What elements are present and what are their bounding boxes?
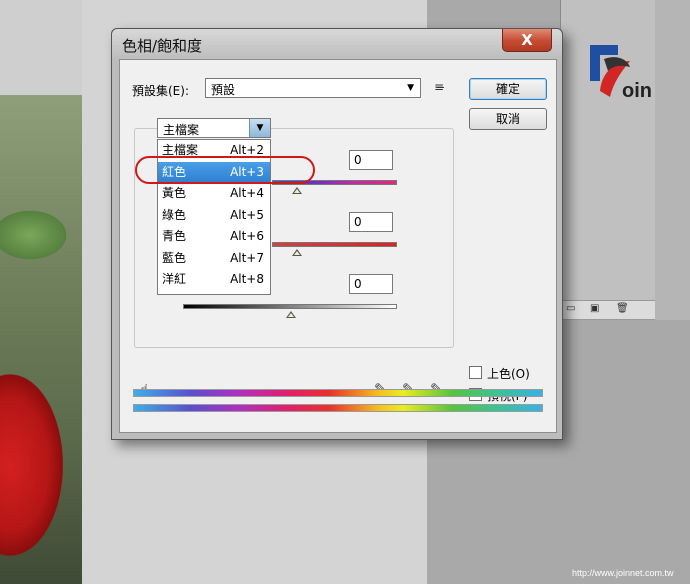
close-button[interactable]: X: [502, 29, 552, 52]
channel-option[interactable]: 黃色 Alt+4: [158, 183, 270, 205]
saturation-slider-thumb[interactable]: [292, 249, 302, 256]
dialog-title: 色相/飽和度: [122, 37, 203, 55]
lightness-slider-thumb[interactable]: [286, 311, 296, 318]
rose-photo: [0, 95, 82, 584]
lightness-input[interactable]: 0: [349, 274, 393, 294]
trash-icon[interactable]: 🗑: [616, 303, 629, 314]
colorize-checkbox[interactable]: [469, 366, 482, 379]
color-bar-bottom: [133, 404, 543, 412]
dialog-body: 預設集(E): 預設 ▼ ≡̶ 確定 取消 主檔案 ▼ 主檔案 Alt+2 紅色 A…: [119, 59, 557, 433]
dialog-titlebar[interactable]: 色相/飽和度 X: [112, 29, 562, 59]
channel-value: 主檔案: [163, 123, 200, 137]
preset-select[interactable]: 預設 ▼: [205, 78, 421, 98]
color-bar-top: [133, 389, 543, 397]
chevron-down-icon[interactable]: ▼: [249, 119, 270, 137]
cancel-button[interactable]: 取消: [469, 108, 547, 130]
lightness-slider-track[interactable]: [183, 304, 397, 309]
preset-value: 預設: [211, 83, 236, 97]
channel-option[interactable]: 藍色 Alt+7: [158, 248, 270, 270]
saturation-slider-track[interactable]: [272, 242, 397, 247]
layer-link-icon[interactable]: ▭: [566, 303, 575, 314]
chevron-down-icon: ▼: [407, 83, 414, 93]
preset-label: 預設集(E):: [132, 84, 189, 98]
saturation-input[interactable]: 0: [349, 212, 393, 232]
colorize-label: 上色(O): [487, 367, 530, 381]
hue-slider-thumb[interactable]: [292, 187, 302, 194]
preset-options-icon[interactable]: ≡̶: [434, 80, 444, 94]
layers-panel-toolbar: ▭ ▣ 🗑: [560, 300, 655, 320]
brand-logo-text: oin: [622, 80, 652, 102]
hue-input[interactable]: 0: [349, 150, 393, 170]
new-layer-icon[interactable]: ▣: [590, 303, 599, 314]
ok-button[interactable]: 確定: [469, 78, 547, 100]
highlight-ring: [135, 156, 315, 184]
channel-option[interactable]: 綠色 Alt+5: [158, 205, 270, 227]
footer-url: http://www.joinnet.com.tw: [572, 568, 674, 578]
channel-option[interactable]: 洋紅 Alt+8: [158, 269, 270, 291]
hue-saturation-dialog: 色相/飽和度 X 預設集(E): 預設 ▼ ≡̶ 確定 取消 主檔案 ▼ 主檔案…: [111, 28, 563, 440]
channel-option[interactable]: 青色 Alt+6: [158, 226, 270, 248]
channel-select[interactable]: 主檔案 ▼: [157, 118, 271, 138]
